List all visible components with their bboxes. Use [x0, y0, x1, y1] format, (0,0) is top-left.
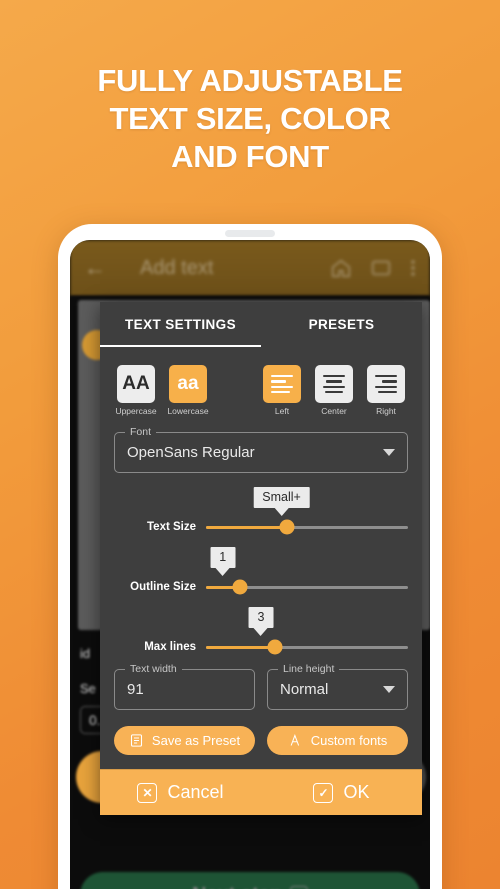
max-lines-slider-fill: [206, 645, 275, 649]
outline-size-label: Outline Size: [130, 581, 196, 593]
text-size-label: Text Size: [147, 521, 196, 533]
max-lines-slider-thumb[interactable]: [267, 639, 283, 655]
save-as-preset-label: Save as Preset: [151, 733, 241, 748]
uppercase-option[interactable]: AA Uppercase: [114, 365, 158, 416]
editor-label-id: id: [80, 646, 91, 661]
style-options-row: AA Uppercase aa Lowercase Left Center Ri…: [114, 365, 408, 416]
text-size-value-bubble: Small+: [253, 487, 310, 508]
cancel-button[interactable]: ✕ Cancel: [100, 770, 261, 815]
font-glyph-icon: [288, 733, 304, 749]
ok-button[interactable]: ✓ OK: [261, 770, 422, 815]
font-select-legend: Font: [125, 426, 157, 438]
dialog-tabs: TEXT SETTINGS PRESETS: [100, 302, 422, 347]
lowercase-option[interactable]: aa Lowercase: [166, 365, 210, 416]
promo-headline-line-1: FULLY ADJUSTABLE: [97, 63, 403, 98]
text-settings-dialog: TEXT SETTINGS PRESETS AA Uppercase aa Lo…: [100, 302, 422, 815]
tab-presets[interactable]: PRESETS: [261, 302, 422, 347]
phone-mockup: ← Add text id Se 0. TEXT SETTINGS PRESET…: [58, 224, 442, 889]
app-toolbar: ← Add text: [70, 240, 430, 296]
cancel-label: Cancel: [167, 782, 224, 802]
max-lines-slider-row: Max lines: [114, 639, 408, 655]
save-as-preset-button[interactable]: Save as Preset: [114, 726, 255, 755]
home-icon[interactable]: [330, 257, 352, 279]
promo-headline-line-2: TEXT SIZE, COLOR: [109, 101, 391, 136]
align-center-label: Center: [321, 406, 347, 416]
next-step-label: Next step: [192, 884, 282, 889]
text-size-slider-block: Small+ Text Size: [114, 487, 408, 535]
line-height-value: Normal: [280, 681, 329, 698]
align-right-option[interactable]: Right: [364, 365, 408, 416]
case-button-group: AA Uppercase aa Lowercase: [114, 365, 210, 416]
ok-label: OK: [343, 782, 370, 802]
check-box-icon: ✓: [313, 782, 334, 803]
outline-size-slider-row: Outline Size: [114, 579, 408, 595]
outline-size-slider-thumb[interactable]: [232, 579, 248, 595]
phone-screen: ← Add text id Se 0. TEXT SETTINGS PRESET…: [70, 240, 430, 889]
tab-text-settings[interactable]: TEXT SETTINGS: [100, 302, 261, 347]
max-lines-label: Max lines: [144, 641, 196, 653]
text-width-field[interactable]: Text width 91: [114, 663, 255, 710]
font-select-value: OpenSans Regular: [127, 444, 255, 461]
align-right-icon: [367, 365, 405, 403]
line-height-legend: Line height: [278, 663, 340, 675]
chevron-down-icon: [383, 686, 395, 693]
max-lines-slider-block: 3 Max lines: [114, 607, 408, 655]
line-height-select[interactable]: Line height Normal: [267, 663, 408, 710]
uppercase-icon: AA: [117, 365, 155, 403]
text-size-slider-row: Text Size: [114, 519, 408, 535]
outline-size-slider[interactable]: [206, 579, 408, 595]
text-size-slider-fill: [206, 525, 287, 529]
align-left-option[interactable]: Left: [260, 365, 304, 416]
align-right-label: Right: [376, 406, 396, 416]
text-width-legend: Text width: [125, 663, 182, 675]
frame-icon[interactable]: [370, 257, 392, 279]
outline-size-slider-block: 1 Outline Size: [114, 547, 408, 595]
lowercase-icon: aa: [169, 365, 207, 403]
list-document-icon: [129, 733, 145, 749]
align-center-option[interactable]: Center: [312, 365, 356, 416]
dialog-body: AA Uppercase aa Lowercase Left Center Ri…: [100, 347, 422, 769]
font-select[interactable]: Font OpenSans Regular: [114, 426, 408, 473]
text-size-slider-thumb[interactable]: [279, 519, 295, 535]
phone-speaker: [225, 230, 275, 237]
editor-label-se: Se: [80, 681, 96, 696]
cancel-box-icon: ✕: [137, 782, 158, 803]
alignment-button-group: Left Center Right: [260, 365, 408, 416]
max-lines-value-bubble: 3: [248, 607, 274, 628]
promo-headline: FULLY ADJUSTABLE TEXT SIZE, COLOR AND FO…: [0, 62, 500, 176]
custom-fonts-label: Custom fonts: [310, 733, 388, 748]
outline-size-value-bubble: 1: [210, 547, 236, 568]
next-step-button[interactable]: Next step →: [80, 872, 420, 889]
preset-actions-row: Save as Preset Custom fonts: [114, 726, 408, 769]
text-size-slider[interactable]: [206, 519, 408, 535]
chevron-down-icon: [383, 449, 395, 456]
align-left-label: Left: [274, 406, 290, 416]
custom-fonts-button[interactable]: Custom fonts: [267, 726, 408, 755]
dialog-action-bar: ✕ Cancel ✓ OK: [100, 769, 422, 815]
max-lines-slider[interactable]: [206, 639, 408, 655]
tab-indicator: [100, 344, 261, 347]
app-title: Add text: [140, 256, 214, 279]
uppercase-label: Uppercase: [115, 406, 157, 416]
lowercase-label: Lowercase: [167, 406, 209, 416]
back-icon[interactable]: ←: [84, 255, 106, 281]
dimension-fields-row: Text width 91 Line height Normal: [114, 663, 408, 710]
align-left-icon: [263, 365, 301, 403]
promo-headline-line-3: AND FONT: [171, 139, 329, 174]
text-width-value: 91: [127, 681, 144, 698]
more-vertical-icon[interactable]: [410, 257, 416, 279]
align-center-icon: [315, 365, 353, 403]
